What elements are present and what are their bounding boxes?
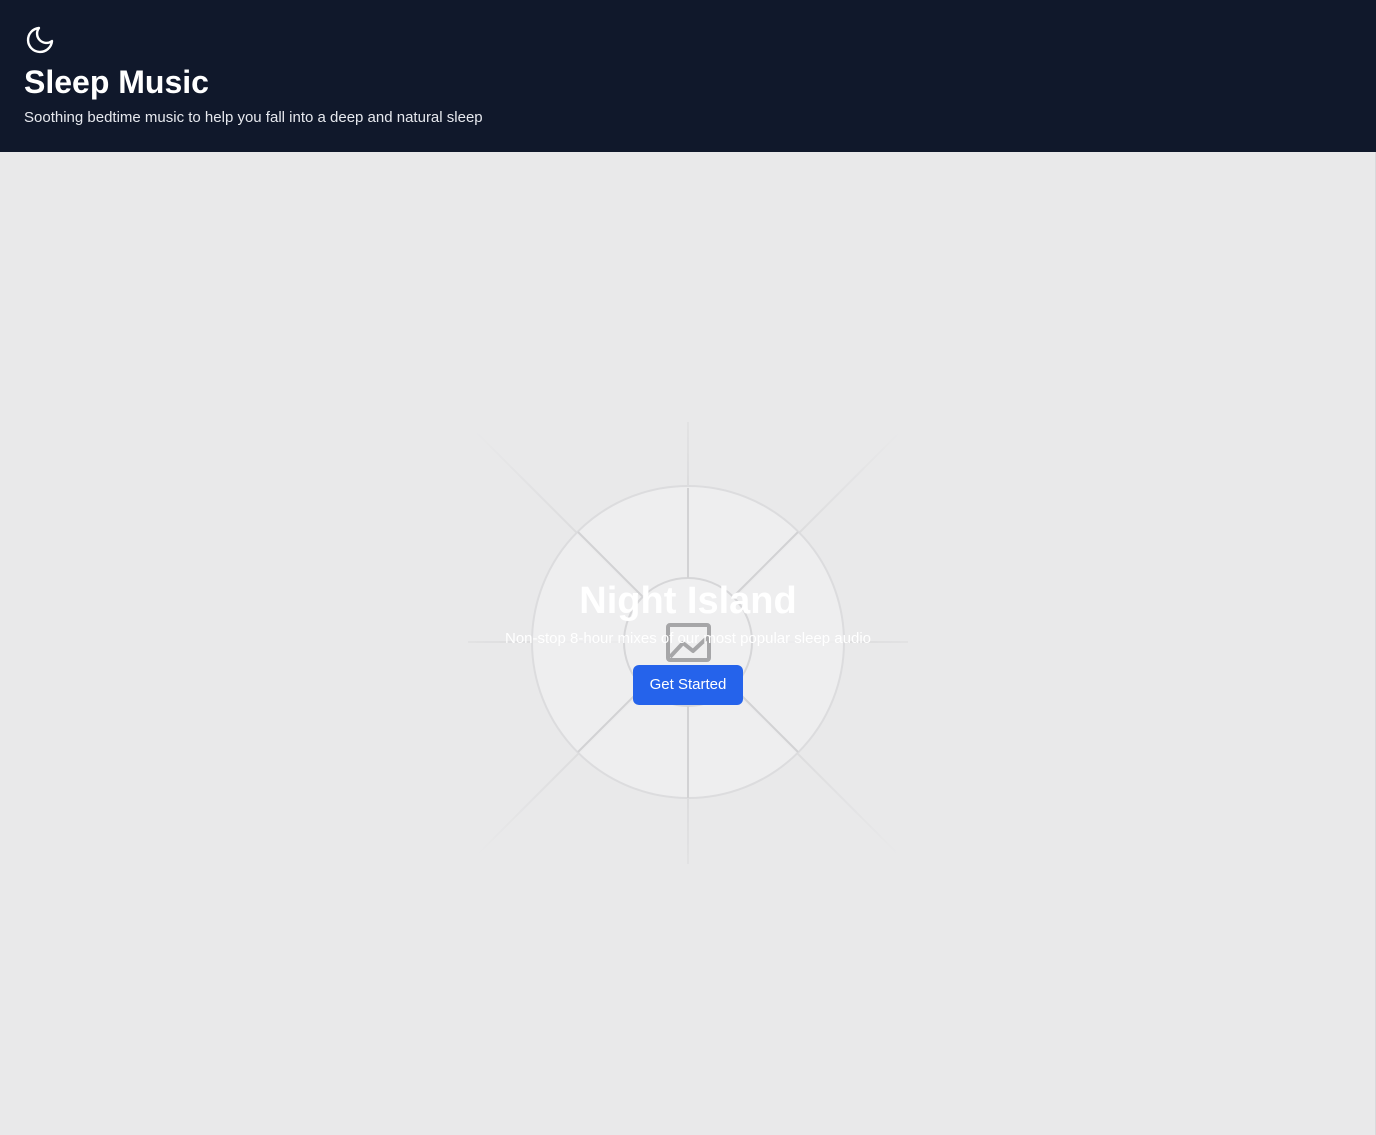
hero-subtitle: Non-stop 8-hour mixes of our most popula…: [504, 630, 872, 647]
hero-section: Night Island Non-stop 8-hour mixes of ou…: [0, 152, 1376, 1135]
get-started-button[interactable]: Get Started: [633, 665, 743, 705]
site-header: Sleep Music Soothing bedtime music to he…: [0, 0, 1376, 152]
moon-icon: [26, 26, 54, 54]
page-title: Sleep Music: [24, 64, 209, 100]
hero-title: Night Island: [579, 580, 797, 622]
page-subtitle: Soothing bedtime music to help you fall …: [24, 109, 483, 126]
